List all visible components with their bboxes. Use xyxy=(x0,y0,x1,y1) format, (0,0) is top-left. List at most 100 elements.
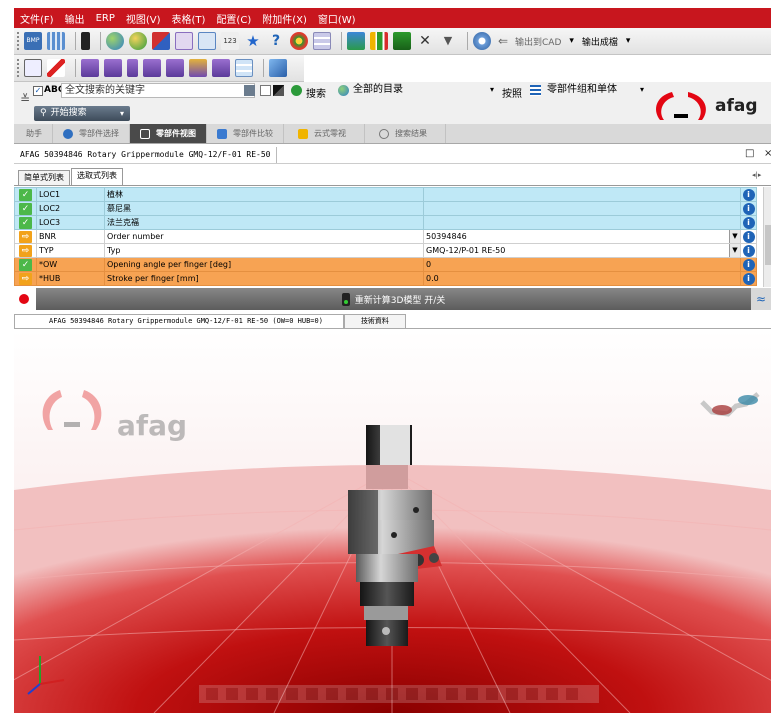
view-tool-icon[interactable] xyxy=(466,688,478,700)
view-tool-icon[interactable] xyxy=(526,688,538,700)
param-value-cell[interactable]: GMQ-12/P-01 RE-50 ▼ xyxy=(423,243,741,258)
view-tool-icon[interactable] xyxy=(506,688,518,700)
star-icon[interactable]: ★ xyxy=(244,32,262,50)
toolbar-grip-2[interactable] xyxy=(17,59,21,77)
scroll-thumb[interactable] xyxy=(765,225,771,265)
globe-alt-icon[interactable] xyxy=(129,32,147,50)
table-row[interactable]: ⇨ BNR Order number 50394846 ▼ i xyxy=(14,229,757,244)
help-icon[interactable]: ? xyxy=(267,32,285,50)
tab-part-view[interactable]: 零部件视图 xyxy=(130,124,207,143)
search-label[interactable]: 搜索 xyxy=(306,85,326,100)
info-cell[interactable]: i xyxy=(740,187,757,202)
go-search-icon[interactable] xyxy=(291,85,302,96)
numbers-icon[interactable]: 123 xyxy=(221,32,239,50)
assembly-icon[interactable] xyxy=(269,59,287,77)
info-cell[interactable]: i xyxy=(740,215,757,230)
regen-3d-toggle[interactable]: 重新计算3D模型 开/关 xyxy=(36,288,751,310)
info-cell[interactable]: i xyxy=(740,243,757,258)
info-icon[interactable]: i xyxy=(742,230,755,243)
tab-tech-data[interactable]: 技術資料 xyxy=(343,314,406,328)
view-tool-icon[interactable] xyxy=(566,688,578,700)
filter-icon[interactable]: ▼ xyxy=(439,32,457,50)
view-tool-icon[interactable] xyxy=(226,688,238,700)
parts-icon-7[interactable] xyxy=(212,59,230,77)
person-chart-icon[interactable] xyxy=(347,32,365,50)
info-cell[interactable]: i xyxy=(740,257,757,272)
param-value-cell[interactable] xyxy=(423,215,741,230)
parts-icon-3[interactable] xyxy=(127,59,138,77)
cad-export-icon[interactable]: ⇐ xyxy=(496,32,510,50)
select-icon[interactable] xyxy=(198,32,216,50)
start-search-dropdown-icon[interactable]: ▾ xyxy=(120,106,124,121)
search-input[interactable]: 全文搜索的关键字 xyxy=(61,83,255,98)
info-icon[interactable]: i xyxy=(742,244,755,257)
grid-icon[interactable] xyxy=(47,32,65,50)
param-value-cell[interactable]: 0.0 xyxy=(423,271,741,286)
view-tool-icon[interactable] xyxy=(366,688,378,700)
table-scroll-arrows-icon[interactable]: ◂|▸ xyxy=(752,171,761,179)
value-dropdown-icon[interactable]: ▼ xyxy=(729,244,740,257)
tab-assistant[interactable]: 助手 xyxy=(16,124,53,143)
gear-icon[interactable] xyxy=(473,32,491,50)
network-icon[interactable] xyxy=(393,32,411,50)
tab-3d-view[interactable]: AFAG 50394846 Rotary Grippermodule GMQ-1… xyxy=(14,314,344,328)
export-drawing-button[interactable]: 输出成檔 xyxy=(582,35,618,48)
search-options-icon[interactable] xyxy=(244,85,255,96)
menu-config[interactable]: 配置(C) xyxy=(216,11,251,26)
pencil-icon[interactable] xyxy=(47,59,65,77)
info-cell[interactable]: i xyxy=(740,271,757,286)
table-row[interactable]: ✓ *OW Opening angle per finger [deg] 0 i xyxy=(14,257,757,272)
info-cell[interactable]: i xyxy=(740,229,757,244)
table-row[interactable]: ⇨ *HUB Stroke per finger [mm] 0.0 i xyxy=(14,271,757,286)
spreadsheet-icon[interactable] xyxy=(235,59,253,77)
view-tool-icon[interactable] xyxy=(446,688,458,700)
parts-icon-1[interactable] xyxy=(81,59,99,77)
table-row[interactable]: ✓ LOC1 植林 i xyxy=(14,187,757,202)
view-tool-icon[interactable] xyxy=(346,688,358,700)
drawing-dropdown-arrow[interactable]: ▾ xyxy=(626,36,631,46)
value-dropdown-icon[interactable]: ▼ xyxy=(729,230,740,243)
view-tool-icon[interactable] xyxy=(266,688,278,700)
view-tool-icon[interactable] xyxy=(246,688,258,700)
3d-viewport[interactable]: afag xyxy=(14,330,771,713)
view-tool-icon[interactable] xyxy=(326,688,338,700)
param-value-cell[interactable]: 0 xyxy=(423,257,741,272)
param-value-cell[interactable] xyxy=(423,201,741,216)
cross-icon[interactable]: ✕ xyxy=(416,32,434,50)
parts-icon-6[interactable] xyxy=(189,59,207,77)
info-icon[interactable]: i xyxy=(742,188,755,201)
menu-output[interactable]: 输出 xyxy=(65,11,85,26)
menu-erp[interactable]: ERP xyxy=(96,13,115,24)
subtab-simple-list[interactable]: 简单式列表 xyxy=(18,170,70,185)
toolbar-grip[interactable] xyxy=(17,32,21,50)
menu-view[interactable]: 视图(V) xyxy=(126,11,161,26)
parts-icon-4[interactable] xyxy=(143,59,161,77)
cube-icon[interactable] xyxy=(273,85,284,96)
table-icon[interactable] xyxy=(313,32,331,50)
view-tool-icon[interactable] xyxy=(406,688,418,700)
info-icon[interactable]: i xyxy=(742,202,755,215)
menu-window[interactable]: 窗口(W) xyxy=(318,11,356,26)
subtab-selection-list[interactable]: 选取式列表 xyxy=(71,168,123,185)
traffic-light-icon[interactable] xyxy=(81,32,90,50)
start-search-button[interactable]: ⚲ 开始搜索 ▾ xyxy=(34,106,130,121)
view-tool-icon[interactable] xyxy=(386,688,398,700)
export-cad-button[interactable]: 输出到CAD xyxy=(515,35,561,48)
window-icon[interactable] xyxy=(24,59,42,77)
checkbox-icon[interactable] xyxy=(260,85,271,96)
tab-part-selection[interactable]: 零部件选择 xyxy=(53,124,130,143)
list-box-icon[interactable] xyxy=(175,32,193,50)
table-row[interactable]: ✓ LOC2 慕尼黑 i xyxy=(14,201,757,216)
parts-icon-2[interactable] xyxy=(104,59,122,77)
chart-icon[interactable] xyxy=(370,32,388,50)
menu-file[interactable]: 文件(F) xyxy=(20,11,54,26)
info-icon[interactable]: i xyxy=(742,216,755,229)
param-value-cell[interactable] xyxy=(423,187,741,202)
restore-icon[interactable]: □ xyxy=(745,148,754,159)
menu-table[interactable]: 表格(T) xyxy=(172,11,206,26)
sort-select[interactable]: 零部件组和单体 xyxy=(544,83,638,98)
collapse-chevron-icon[interactable]: ≚ xyxy=(20,92,30,106)
abc-checkbox[interactable]: ✓ xyxy=(33,86,43,96)
close-icon[interactable]: × xyxy=(764,148,771,159)
bmp-icon[interactable]: BMP xyxy=(24,32,42,50)
